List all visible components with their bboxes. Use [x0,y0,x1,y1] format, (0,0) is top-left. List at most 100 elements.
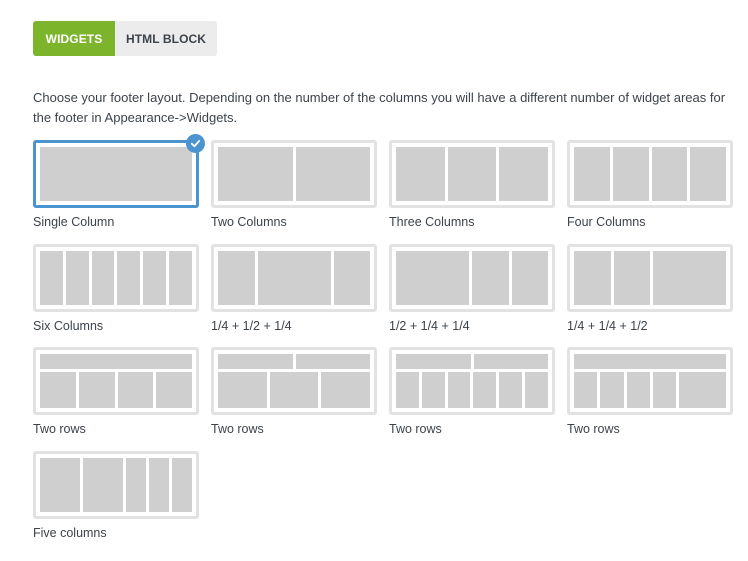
layout-preview-grid [40,147,192,201]
layout-preview-grid [40,354,192,408]
widget-area-block [396,251,469,305]
layout-label: Five columns [33,526,107,540]
widget-area-block [612,147,649,201]
layout-preview-grid [574,354,726,408]
widget-area-block [626,372,650,408]
layout-preview-row [40,147,192,201]
widget-area-block [218,147,293,201]
layout-preview-row [218,251,370,305]
layout-thumbnail [33,244,199,312]
layout-thumbnail [389,140,555,208]
layout-label: 1/2 + 1/4 + 1/4 [389,319,470,333]
layout-preview-row [40,372,192,408]
footer-layout-option[interactable]: 1/4 + 1/2 + 1/4 [211,244,377,333]
widget-area-block [156,372,192,408]
layout-label: Two rows [33,422,86,436]
widget-area-block [295,354,370,369]
widget-area-block [679,372,726,408]
widget-area-block [472,251,509,305]
widget-area-block [40,372,76,408]
layout-label: Single Column [33,215,115,229]
tab-widgets[interactable]: WIDGETS [33,21,115,56]
widget-area-block [40,458,80,512]
layout-preview-row [218,354,370,369]
widget-area-block [651,147,688,201]
widget-area-block [218,251,255,305]
widget-area-block [40,354,192,369]
widget-area-block [117,372,154,408]
widget-area-block [473,372,497,408]
widget-area-block [574,147,610,201]
layout-preview-row [574,372,726,408]
layout-preview-row [396,147,549,201]
widget-area-block [396,372,419,408]
widget-area-block [172,458,192,512]
layout-preview-row [396,354,548,369]
layout-thumbnail [211,140,377,208]
footer-layout-option[interactable]: Single Column [33,134,205,229]
widget-area-block [83,458,123,512]
widget-area-block [511,251,548,305]
layout-label: 1/4 + 1/4 + 1/2 [567,319,648,333]
widget-area-block [396,147,445,201]
widget-area-block [218,372,267,408]
footer-layout-option[interactable]: Three Columns [389,140,555,229]
layout-thumbnail [33,134,205,208]
widget-area-block [149,458,169,512]
layout-label: Two Columns [211,215,287,229]
layout-thumbnail [389,244,555,312]
widget-area-block [574,251,611,305]
widget-area-block [499,147,549,201]
footer-layout-option[interactable]: 1/4 + 1/4 + 1/2 [567,244,733,333]
layout-label: Three Columns [389,215,475,229]
widget-area-block [447,372,471,408]
layout-preview-grid [40,251,192,305]
widget-area-block [269,372,319,408]
widget-area-block [40,147,192,201]
footer-layout-option[interactable]: 1/2 + 1/4 + 1/4 [389,244,555,333]
widget-area-block [421,372,445,408]
footer-layout-option[interactable]: Two rows [33,347,199,436]
footer-layout-option[interactable]: Two rows [389,347,555,436]
widget-area-block [574,372,598,408]
widget-area-block [690,147,726,201]
layout-preview-row [218,147,370,201]
footer-layout-option[interactable]: Two rows [567,347,733,436]
widget-area-block [40,251,63,305]
layout-thumbnail [211,244,377,312]
widget-area-block [653,251,726,305]
footer-layout-option[interactable]: Two rows [211,347,377,436]
footer-layout-option[interactable]: Six Columns [33,244,199,333]
layout-thumbnail [211,347,377,415]
tab-html-block[interactable]: HTML BLOCK [115,21,217,56]
layout-preview-grid [396,354,548,408]
widget-area-block [117,251,141,305]
layout-thumbnail [567,244,733,312]
layout-label: Two rows [567,422,620,436]
layout-thumbnail [33,451,199,519]
layout-label: Two rows [211,422,264,436]
layout-preview-row [574,147,726,201]
widget-area-block [143,251,167,305]
widget-area-block [91,251,115,305]
widget-area-block [321,372,371,408]
layout-preview-row [574,251,726,305]
widget-area-block [78,372,115,408]
widget-area-block [652,372,677,408]
layout-thumbnail [567,140,733,208]
layout-preview-grid [396,147,549,201]
widget-area-block [295,147,370,201]
layout-preview-row [574,354,726,369]
footer-layout-option[interactable]: Five columns [33,451,199,540]
layout-thumbnail [567,347,733,415]
widget-area-block [396,354,471,369]
footer-layout-option[interactable]: Two Columns [211,140,377,229]
widget-area-block [257,251,331,305]
layout-preview-row [218,372,371,408]
widget-area-block [218,354,293,369]
footer-layout-option[interactable]: Four Columns [567,140,733,229]
layout-preview-grid [218,251,370,305]
layout-preview-row [40,354,192,369]
layout-preview-row [40,458,192,512]
layout-preview-grid [218,354,371,408]
